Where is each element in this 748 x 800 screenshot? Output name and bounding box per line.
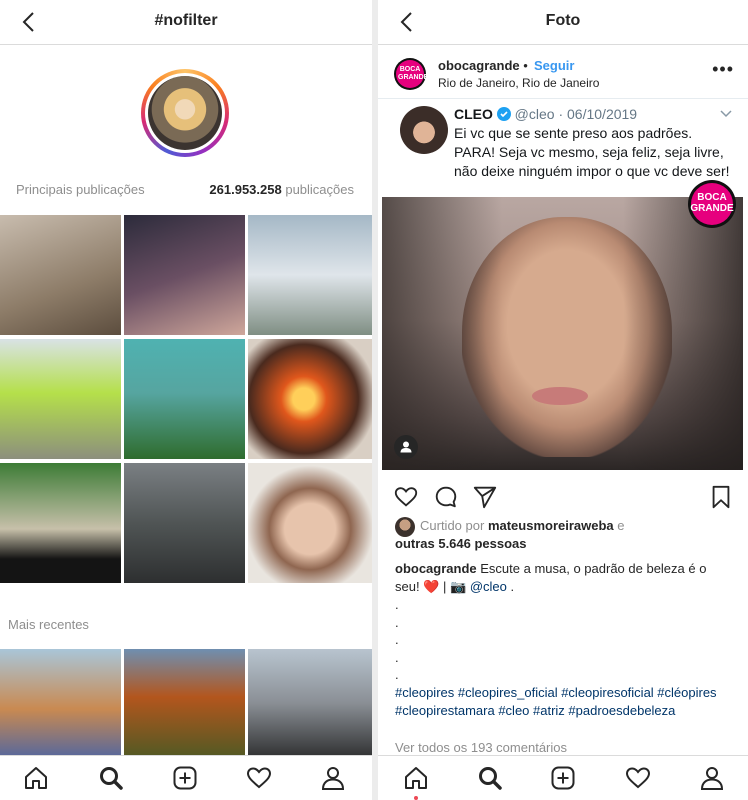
grid-post-9[interactable] bbox=[248, 463, 372, 583]
recent-label: Mais recentes bbox=[8, 617, 89, 632]
caption-dot: . bbox=[510, 579, 515, 594]
caption-mention[interactable]: @cleo bbox=[470, 579, 507, 594]
boca-grande-badge: BOCA GRANDE bbox=[688, 180, 736, 228]
grid-post-5[interactable] bbox=[124, 339, 245, 459]
post-count: 261.953.258 publicações bbox=[209, 182, 354, 197]
tweet-header: CLEO @cleo · 06/10/2019 bbox=[454, 106, 637, 122]
share-icon[interactable] bbox=[472, 484, 498, 510]
home-icon[interactable] bbox=[22, 764, 50, 792]
caption-username[interactable]: obocagrande bbox=[395, 561, 477, 576]
red-heart-emoji: ❤️ bbox=[423, 579, 440, 594]
badge-text-line-1: BOCA bbox=[697, 192, 727, 203]
avatar-photo bbox=[148, 76, 222, 150]
photo-lips bbox=[532, 387, 588, 405]
heart-icon[interactable] bbox=[393, 484, 419, 510]
more-options-icon[interactable]: ••• bbox=[712, 60, 734, 78]
camera-emoji: 📷 bbox=[450, 579, 467, 594]
badge-text-line-2: GRANDE bbox=[690, 203, 734, 214]
right-tab-bar bbox=[378, 755, 748, 800]
recent-post-1[interactable] bbox=[0, 649, 121, 769]
post-count-number: 261.953.258 bbox=[209, 182, 282, 197]
caption-dot-line-5: . bbox=[395, 667, 399, 682]
badge-line-1: BOCA bbox=[399, 66, 421, 73]
caption-separator: | bbox=[443, 579, 447, 594]
person-tag-icon[interactable] bbox=[394, 435, 418, 459]
liker-avatar[interactable] bbox=[395, 517, 415, 537]
new-post-icon[interactable] bbox=[549, 764, 577, 792]
profile-icon[interactable] bbox=[319, 764, 347, 792]
hashtag-avatar[interactable] bbox=[141, 69, 229, 157]
right-header: Foto bbox=[378, 0, 748, 45]
separator: • bbox=[523, 58, 528, 73]
new-post-icon[interactable] bbox=[171, 764, 199, 792]
caption-dots: . . . . . bbox=[395, 596, 399, 684]
heart-icon[interactable] bbox=[245, 764, 273, 792]
tweet-handle: @cleo bbox=[514, 106, 555, 122]
bookmark-icon[interactable] bbox=[708, 484, 734, 510]
grid-post-1[interactable] bbox=[0, 215, 121, 335]
page-title: #nofilter bbox=[154, 12, 218, 29]
caption-hashtags[interactable]: #cleopires #cleopires_oficial #cleopires… bbox=[395, 684, 735, 720]
liked-by: Curtido por mateusmoreiraweba e bbox=[420, 517, 625, 535]
hashtag-page: #nofilter Principais publicações 261.953… bbox=[0, 0, 372, 800]
liked-others[interactable]: outras 5.646 pessoas bbox=[395, 535, 527, 553]
avatar-badge-text: BOCA GRANDE bbox=[398, 66, 429, 82]
grid-post-7[interactable] bbox=[0, 463, 121, 583]
photo-hair-left bbox=[382, 197, 502, 470]
recent-post-3[interactable] bbox=[248, 649, 372, 769]
left-tab-bar bbox=[0, 755, 372, 800]
notification-dot bbox=[414, 796, 418, 800]
post-author-username[interactable]: obocagrande • bbox=[438, 58, 528, 73]
liked-and: e bbox=[617, 518, 625, 533]
post-photo[interactable] bbox=[382, 197, 743, 470]
tweet-author-avatar bbox=[400, 106, 448, 154]
badge-line-2: GRANDE bbox=[398, 74, 429, 81]
liked-prefix: Curtido por bbox=[420, 518, 485, 533]
post-author-avatar[interactable]: BOCA GRANDE bbox=[394, 58, 429, 90]
top-posts-label: Principais publicações bbox=[16, 182, 145, 197]
left-header: #nofilter bbox=[0, 0, 372, 45]
post-count-suffix: publicações bbox=[285, 182, 354, 197]
home-icon[interactable] bbox=[402, 764, 430, 792]
caption-dot-line-2: . bbox=[395, 614, 399, 630]
badge-text: BOCA GRANDE bbox=[688, 192, 736, 214]
grid-post-2[interactable] bbox=[124, 215, 245, 335]
search-icon[interactable] bbox=[476, 764, 504, 792]
username[interactable]: obocagrande bbox=[438, 58, 520, 73]
tweet-author-name: CLEO bbox=[454, 106, 493, 122]
comment-icon[interactable] bbox=[433, 484, 459, 510]
page-title: Foto bbox=[545, 12, 581, 29]
grid-post-3[interactable] bbox=[248, 215, 372, 335]
profile-icon[interactable] bbox=[698, 764, 726, 792]
tweet-text: Ei vc que se sente preso aos padrões. PA… bbox=[454, 125, 730, 179]
caption-dot-line-3: . bbox=[395, 632, 399, 647]
post-location[interactable]: Rio de Janeiro, Rio de Janeiro bbox=[438, 76, 599, 90]
tweet-date: · 06/10/2019 bbox=[558, 106, 638, 122]
search-icon[interactable] bbox=[97, 764, 125, 792]
grid-post-6[interactable] bbox=[248, 339, 372, 459]
chevron-down-icon[interactable] bbox=[720, 110, 732, 118]
heart-icon[interactable] bbox=[624, 764, 652, 792]
verified-icon bbox=[496, 107, 511, 121]
recent-post-2[interactable] bbox=[124, 649, 245, 769]
photo-page: Foto BOCA GRANDE obocagrande • Seguir Ri… bbox=[378, 0, 748, 800]
liked-user[interactable]: mateusmoreiraweba bbox=[488, 518, 614, 533]
caption-dot-line-4: . bbox=[395, 649, 399, 665]
follow-button[interactable]: Seguir bbox=[534, 58, 574, 73]
photo-hair-right bbox=[623, 197, 743, 470]
grid-post-4[interactable] bbox=[0, 339, 121, 459]
caption-dot-line-1: . bbox=[395, 597, 399, 612]
grid-post-8[interactable] bbox=[124, 463, 245, 583]
caption: obocagrande Escute a musa, o padrão de b… bbox=[395, 560, 725, 596]
